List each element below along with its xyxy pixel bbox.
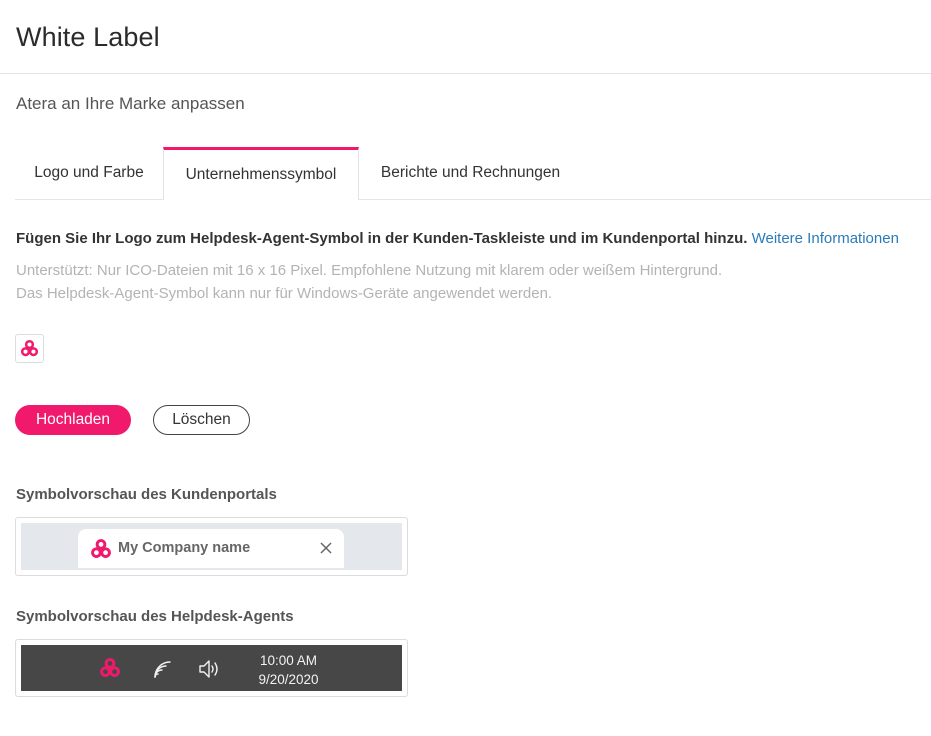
page-header: White Label: [0, 0, 931, 74]
upload-button[interactable]: Hochladen: [15, 405, 131, 435]
atera-logo-icon: [100, 658, 120, 677]
current-logo-thumbnail: [15, 334, 44, 363]
atera-logo-icon: [91, 539, 111, 558]
close-icon: [320, 542, 332, 554]
windows-only-hint: Das Helpdesk-Agent-Symbol kann nur für W…: [16, 285, 553, 302]
browser-tab-strip: My Company name: [21, 523, 402, 570]
portal-preview-label: Symbolvorschau des Kundenportals: [16, 486, 277, 503]
agent-preview-label: Symbolvorschau des Helpdesk-Agents: [16, 608, 294, 625]
tab-company-icon[interactable]: Unternehmenssymbol: [163, 147, 359, 200]
agent-preview-frame: 10:00 AM 9/20/2020: [15, 639, 408, 697]
page-subtitle: Atera an Ihre Marke anpassen: [16, 94, 245, 113]
supported-format-hint: Unterstützt: Nur ICO-Dateien mit 16 x 16…: [16, 262, 723, 279]
more-info-link[interactable]: Weitere Informationen: [752, 230, 899, 247]
tab-bar: Logo und Farbe Unternehmenssymbol Berich…: [15, 147, 931, 200]
taskbar-clock: 10:00 AM 9/20/2020: [246, 651, 331, 689]
page-title: White Label: [16, 22, 160, 52]
white-label-page: White Label Atera an Ihre Marke anpassen…: [0, 0, 931, 736]
portal-preview-frame: My Company name: [15, 517, 408, 576]
wifi-icon: [154, 661, 171, 678]
tab-logo-and-color[interactable]: Logo und Farbe: [15, 147, 163, 199]
browser-tab-title: My Company name: [118, 540, 251, 556]
atera-logo-icon: [20, 339, 39, 357]
intro-text: Fügen Sie Ihr Logo zum Helpdesk-Agent-Sy…: [16, 230, 899, 247]
clock-date: 9/20/2020: [258, 672, 319, 687]
intro-description: Fügen Sie Ihr Logo zum Helpdesk-Agent-Sy…: [16, 230, 748, 247]
delete-button[interactable]: Löschen: [153, 405, 250, 435]
tab-reports-and-invoices[interactable]: Berichte und Rechnungen: [359, 147, 582, 199]
browser-tab: My Company name: [78, 529, 344, 568]
speaker-icon: [199, 660, 218, 678]
clock-time: 10:00 AM: [259, 653, 318, 668]
windows-taskbar: 10:00 AM 9/20/2020: [21, 645, 402, 691]
